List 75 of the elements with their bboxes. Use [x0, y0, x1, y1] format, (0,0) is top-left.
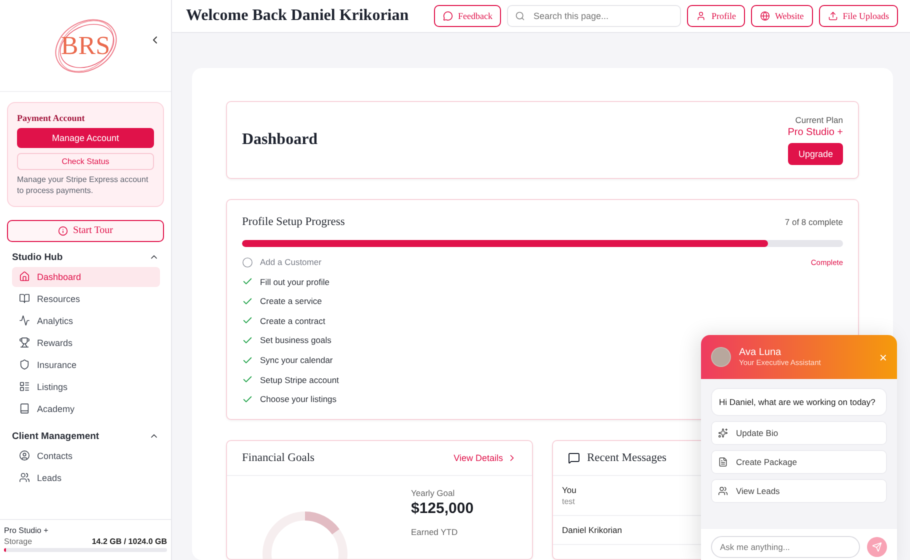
task-label: Add a Customer [260, 257, 322, 268]
sidebar-item[interactable]: Academy [12, 398, 160, 419]
avatar [711, 347, 731, 367]
task-label: Create a contract [260, 316, 326, 326]
sidebar-item[interactable]: Listings [12, 376, 160, 397]
upgrade-button[interactable]: Upgrade [788, 143, 843, 166]
header-button[interactable]: File Uploads [818, 5, 898, 27]
message-icon [568, 452, 580, 464]
storage-value: 14.2 GB / 1024.0 GB [92, 537, 167, 546]
speech-bubble-icon [442, 11, 453, 21]
card-title: Recent Messages [587, 452, 667, 464]
pulse-line-icon [19, 315, 30, 326]
header-button[interactable]: Website [750, 5, 813, 27]
storage-label: Storage [4, 537, 32, 546]
goal-amount: $125,000 [411, 500, 474, 517]
search-field[interactable]: Search this page... [507, 5, 682, 27]
upload-icon [828, 11, 838, 21]
sidebar-item[interactable]: Analytics [12, 310, 160, 331]
card-title: Payment Account [17, 113, 86, 123]
trophy-icon [19, 337, 30, 348]
header-button[interactable]: Profile [687, 5, 745, 27]
quick-action-button[interactable]: Update Bio [711, 421, 887, 446]
dashboard-title: Dashboard [242, 131, 318, 150]
card-title: Financial Goals [242, 452, 314, 464]
message-sender: You [562, 485, 576, 495]
user-circle-icon [19, 450, 30, 462]
sidebar-item[interactable]: Resources [12, 288, 160, 309]
chat-message: Hi Daniel, what are we working on today? [711, 388, 887, 416]
goal-label: Yearly Goal [411, 488, 456, 498]
plan-label: Current Plan [795, 115, 843, 126]
users-icon [19, 472, 30, 484]
sidebar-item[interactable]: Contacts [12, 446, 160, 466]
assistant-name: Ava Luna [739, 347, 782, 358]
page-title: Welcome Back Daniel Krikorian [186, 7, 410, 25]
task-label: Create a service [260, 296, 322, 306]
user-icon [696, 11, 706, 21]
feedback-button[interactable]: Feedback [434, 5, 502, 27]
progress-count: 7 of 8 complete [784, 217, 843, 228]
list-icon [19, 381, 30, 392]
view-details-link[interactable]: View Details [454, 453, 517, 463]
quick-action-button[interactable]: Create Package [711, 450, 887, 474]
task-label: Sync your calendar [260, 355, 333, 366]
sidebar-item[interactable]: Insurance [12, 354, 160, 375]
payment-note: Manage your Stripe Express account to process payments. [17, 175, 150, 197]
task-label: Fill out your profile [260, 276, 330, 287]
manage-account-button[interactable]: Manage Account [17, 128, 154, 148]
document-icon [718, 457, 728, 468]
card-title: Profile Setup Progress [242, 216, 345, 228]
message-preview: test [562, 497, 575, 506]
quick-action-button[interactable]: View Leads [711, 479, 887, 504]
info-icon [58, 226, 68, 236]
sidebar-item[interactable]: Leads [12, 468, 160, 488]
task-label: Setup Stripe account [260, 374, 339, 385]
start-tour-button[interactable]: Start Tour [7, 220, 164, 242]
task-label: Choose your listings [260, 394, 337, 404]
globe-icon [760, 11, 770, 21]
open-book-icon [19, 293, 30, 304]
chat-input[interactable]: Ask me anything... [711, 536, 860, 558]
paper-plane-icon [872, 542, 882, 552]
section-header[interactable]: Client Management [12, 430, 159, 442]
plan-name: Pro Studio + [4, 526, 50, 535]
sparkles-icon [718, 428, 728, 438]
task-label: Set business goals [260, 335, 332, 346]
users-icon [718, 486, 728, 496]
book-icon [19, 403, 30, 414]
house-icon [19, 271, 30, 282]
shield-icon [19, 359, 30, 370]
earned-label: Earned YTD [411, 527, 459, 537]
message-sender: Daniel Krikorian [562, 525, 622, 535]
plan-name: Pro Studio + [788, 127, 843, 138]
search-icon [515, 11, 526, 21]
sidebar-item[interactable]: Dashboard [12, 266, 160, 287]
section-header[interactable]: Studio Hub [12, 252, 159, 263]
sidebar-item[interactable]: Rewards [12, 332, 160, 353]
check-status-button[interactable]: Check Status [17, 153, 154, 170]
